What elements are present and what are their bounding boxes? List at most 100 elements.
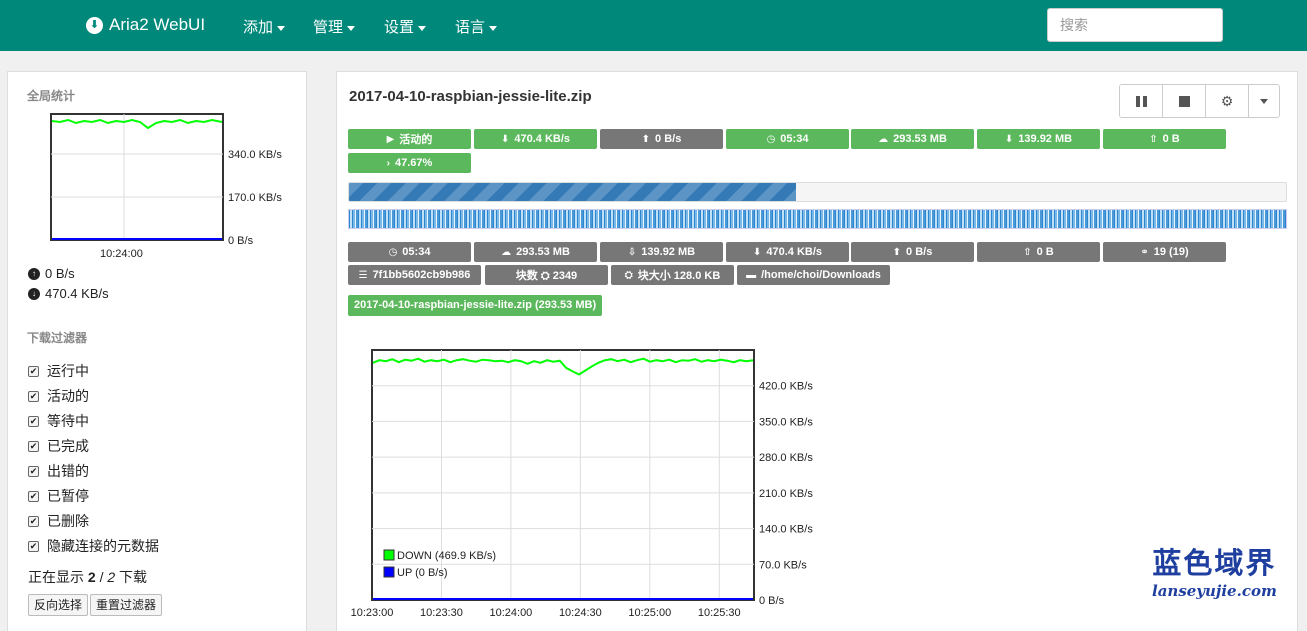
checkbox-checked-icon[interactable]: ✔	[28, 365, 39, 377]
pause-button[interactable]	[1120, 85, 1163, 117]
mini-y-tick: 170.0 KB/s	[228, 192, 282, 204]
checkbox-checked-icon[interactable]: ✔	[28, 515, 39, 527]
watermark-title: 蓝色域界	[1152, 546, 1277, 580]
x-tick-label: 10:23:30	[420, 607, 463, 619]
checkbox-checked-icon[interactable]: ✔	[28, 415, 39, 427]
sidebar: 全局统计 340.0 KB/s 170.0 KB/s 0 B/s 10:24:0…	[7, 71, 307, 631]
upload-icon: ⇧	[1023, 246, 1032, 258]
caret-down-icon	[277, 25, 286, 31]
checkbox-checked-icon[interactable]: ✔	[28, 465, 39, 477]
y-tick-label: 280.0 KB/s	[759, 452, 813, 464]
menu-language[interactable]: 语言	[455, 16, 498, 37]
total-size-badge: ☁ 293.53 MB	[851, 129, 974, 149]
caret-down-icon	[418, 25, 427, 31]
plot-area	[371, 349, 755, 601]
stop-button[interactable]	[1163, 85, 1206, 117]
download-title[interactable]: 2017-04-10-raspbian-jessie-lite.zip	[349, 88, 592, 105]
gid-badge: ☰ 7f1bb5602cb9b986	[348, 265, 481, 285]
filter-hide-metadata[interactable]: ✔ 隐藏连接的元数据	[28, 536, 159, 556]
x-tick-label: 10:25:30	[698, 607, 741, 619]
checkbox-checked-icon[interactable]: ✔	[28, 440, 39, 452]
dl-speed-detail-badge: ⬇ 470.4 KB/s	[726, 242, 849, 262]
caret-down-icon	[1260, 98, 1268, 104]
gear-icon: ⚙	[1220, 92, 1234, 109]
reset-filter-button[interactable]: 重置过滤器	[90, 594, 163, 616]
download-circle-icon: ↓	[28, 287, 40, 300]
downloaded-badge: ⬇ 139.92 MB	[977, 129, 1100, 149]
settings-button[interactable]: ⚙	[1206, 85, 1249, 117]
filter-paused[interactable]: ✔ 已暂停	[28, 486, 89, 506]
caret-down-icon	[489, 25, 498, 31]
file-badge[interactable]: 2017-04-10-raspbian-jessie-lite.zip (293…	[348, 295, 603, 316]
pieces-bar	[348, 209, 1287, 229]
connections-badge: ⚭ 19 (19)	[1103, 242, 1226, 262]
progress-fill	[349, 183, 796, 201]
legend-label: UP (0 B/s)	[397, 567, 448, 579]
invert-selection-button[interactable]: 反向选择	[28, 594, 89, 616]
filter-removed[interactable]: ✔ 已删除	[28, 511, 89, 531]
size-detail-badge: ☁ 293.53 MB	[474, 242, 597, 262]
caret-down-icon	[347, 25, 356, 31]
x-tick-label: 10:24:30	[559, 607, 602, 619]
download-circle-icon: ⬇	[1004, 133, 1014, 145]
navbar: ⬇ Aria2 WebUI 添加 管理 设置 语言	[0, 0, 1307, 51]
downloaded-detail-badge: ⇩ 139.92 MB	[600, 242, 723, 262]
filter-error[interactable]: ✔ 出错的	[28, 461, 89, 481]
y-tick-label: 0 B/s	[759, 595, 785, 607]
brand-title: Aria2 WebUI	[109, 15, 206, 34]
more-dropdown-button[interactable]	[1249, 85, 1279, 117]
watermark-url: lanseyujie.com	[1152, 582, 1277, 600]
brand[interactable]: ⬇ Aria2 WebUI	[86, 15, 205, 35]
directory-badge: ▬/home/choi/Downloads	[737, 265, 890, 285]
global-stats-title: 全局统计	[27, 89, 76, 103]
upload-speed-badge: ⬆ 0 B/s	[600, 129, 723, 149]
mini-y-tick: 0 B/s	[228, 235, 254, 247]
legend-label: DOWN (469.9 KB/s)	[397, 550, 496, 562]
download-speed-chart: 420.0 KB/s 350.0 KB/s 280.0 KB/s 210.0 KB/s…	[351, 349, 813, 619]
clock-icon: ◷	[388, 246, 398, 258]
cloud-icon: ☁	[878, 133, 889, 145]
eta-badge: ◷ 05:34	[726, 129, 849, 149]
folder-icon: ▬	[746, 269, 757, 281]
progress-bar	[348, 182, 1287, 202]
download-circle-icon: ⬇	[752, 246, 762, 258]
menu-manage[interactable]: 管理	[313, 16, 356, 37]
global-upload-speed: ↑ 0 B/s	[28, 266, 75, 281]
checkbox-checked-icon[interactable]: ✔	[28, 540, 39, 552]
upload-circle-icon: ↑	[28, 267, 40, 280]
y-tick-label: 350.0 KB/s	[759, 416, 813, 428]
link-icon: ⚭	[1140, 246, 1149, 258]
download-speed-badge: ⬇ 470.4 KB/s	[474, 129, 597, 149]
cloud-icon: ☁	[501, 246, 512, 258]
upload-icon: ⇧	[1149, 133, 1158, 145]
search-input[interactable]	[1047, 8, 1223, 42]
checkbox-checked-icon[interactable]: ✔	[28, 390, 39, 402]
filter-active[interactable]: ✔ 活动的	[28, 386, 89, 406]
global-speed-chart: 340.0 KB/s 170.0 KB/s 0 B/s 10:24:00	[50, 113, 282, 260]
x-tick-label: 10:25:00	[628, 607, 671, 619]
filter-title: 下载过滤器	[27, 331, 88, 345]
x-tick-label: 10:23:00	[351, 607, 394, 619]
download-icon: ⇩	[627, 246, 637, 258]
status-badge: ▶ 活动的	[348, 129, 471, 149]
eta-detail-badge: ◷ 05:34	[348, 242, 471, 262]
menu-add[interactable]: 添加	[243, 16, 286, 37]
mini-y-tick: 340.0 KB/s	[228, 149, 282, 161]
mini-x-tick: 10:24:00	[100, 248, 143, 260]
y-tick-label: 140.0 KB/s	[759, 524, 813, 536]
y-tick-label: 210.0 KB/s	[759, 488, 813, 500]
legend-swatch	[383, 566, 395, 578]
filter-waiting[interactable]: ✔ 等待中	[28, 411, 89, 431]
pause-icon	[1135, 95, 1147, 107]
checkbox-checked-icon[interactable]: ✔	[28, 490, 39, 502]
puzzle-icon: ⛭	[624, 269, 633, 281]
progress-percent-badge: › 47.67%	[348, 153, 471, 173]
filter-completed[interactable]: ✔ 已完成	[28, 436, 89, 456]
download-circle-icon: ⬇	[500, 133, 510, 145]
legend-swatch	[383, 549, 395, 561]
upload-circle-icon: ⬆	[641, 133, 651, 145]
y-tick-label: 70.0 KB/s	[759, 559, 807, 571]
menu-settings[interactable]: 设置	[384, 16, 427, 37]
list-icon: ☰	[358, 269, 368, 281]
filter-running[interactable]: ✔ 运行中	[28, 361, 89, 381]
